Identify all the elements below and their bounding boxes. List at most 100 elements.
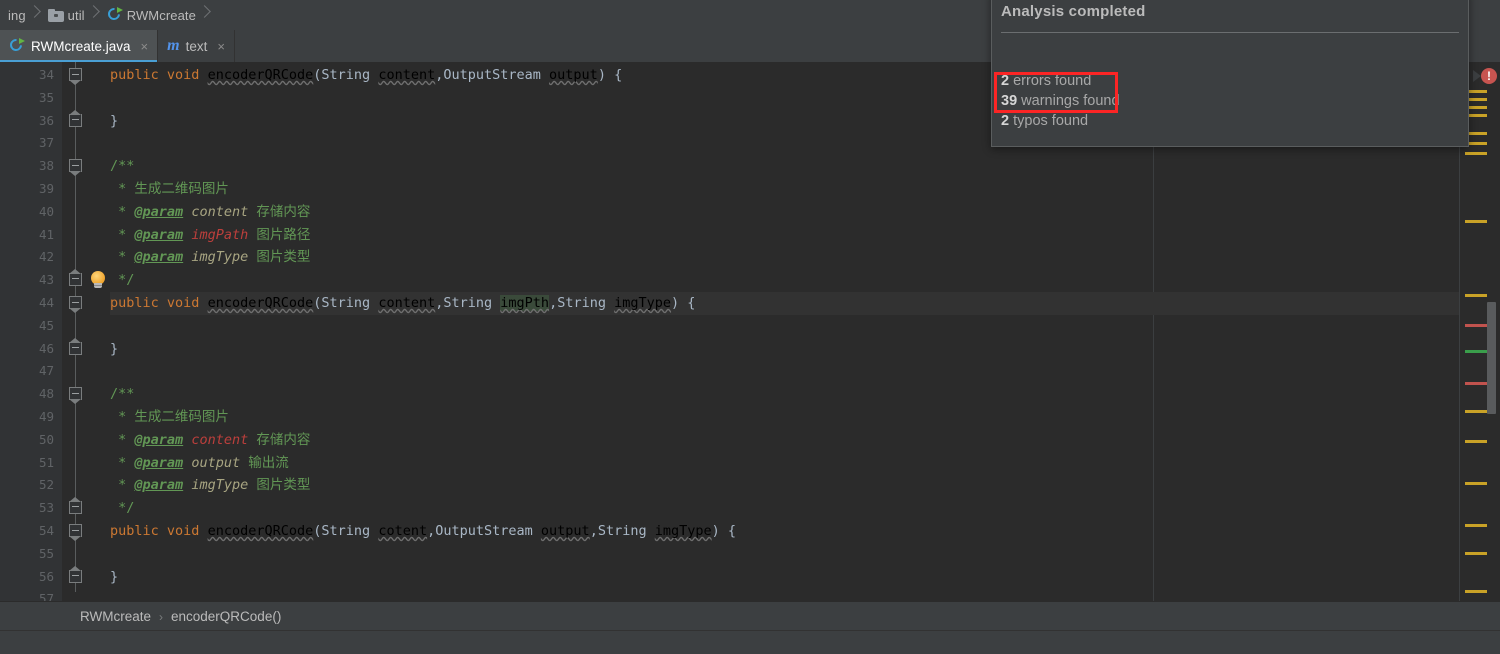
code-fold-end-icon[interactable] xyxy=(69,497,82,515)
typos-count: 2 xyxy=(1001,113,1010,129)
bottom-breadcrumb-class[interactable]: RWMcreate xyxy=(80,609,151,624)
code-line[interactable]: * @param imgType 图片类型 xyxy=(110,474,310,497)
inspection-stripe-marker[interactable] xyxy=(1465,590,1487,593)
inspection-stripe-marker[interactable] xyxy=(1465,220,1487,223)
inspection-stripe-marker[interactable] xyxy=(1465,524,1487,527)
line-number: 47 xyxy=(38,363,54,379)
line-number: 41 xyxy=(38,226,54,242)
typos-found-row[interactable]: 2 typos found xyxy=(1001,111,1120,131)
code-token: imgPath xyxy=(191,226,249,243)
code-fold-start-icon[interactable] xyxy=(69,68,82,85)
code-line[interactable]: */ xyxy=(110,269,134,292)
warnings-found-row[interactable]: 39 warnings found xyxy=(1001,91,1120,111)
errors-found-row[interactable]: 2 errors found xyxy=(1001,71,1120,91)
tab-text[interactable]: m text × xyxy=(158,30,235,62)
code-line[interactable]: * @param imgPath 图片路径 xyxy=(110,224,310,247)
code-fold-end-icon[interactable] xyxy=(69,565,82,583)
inspection-stripe-marker[interactable] xyxy=(1465,324,1487,327)
code-line[interactable]: public void encoderQRCode(String cotent,… xyxy=(110,520,736,543)
analysis-completed-popup[interactable]: Analysis completed 2 errors found 39 war… xyxy=(991,0,1469,147)
code-line[interactable]: * 生成二维码图片 xyxy=(110,178,229,201)
close-icon[interactable]: × xyxy=(217,40,225,53)
code-fold-end-icon[interactable] xyxy=(69,269,82,287)
code-token: @param xyxy=(134,477,184,494)
code-fold-start-icon[interactable] xyxy=(69,387,82,405)
inspection-stripe-marker[interactable] xyxy=(1465,294,1487,297)
inspection-stripe-marker[interactable] xyxy=(1465,152,1487,155)
code-line[interactable]: * @param imgType 图片类型 xyxy=(110,246,310,269)
code-line[interactable]: * 生成二维码图片 xyxy=(110,406,229,429)
breadcrumb-label-class: RWMcreate xyxy=(126,7,196,23)
code-line[interactable]: } xyxy=(110,110,118,133)
code-token: } xyxy=(110,568,119,585)
code-line[interactable]: } xyxy=(110,566,118,589)
line-number: 48 xyxy=(38,386,54,402)
code-line[interactable]: * @param output 输出流 xyxy=(110,452,289,475)
code-token: @param xyxy=(134,226,184,243)
code-line[interactable]: } xyxy=(110,338,118,361)
line-number: 37 xyxy=(38,135,54,151)
code-token: * xyxy=(110,181,135,197)
code-folding-gutter[interactable] xyxy=(62,62,110,617)
line-number: 50 xyxy=(38,431,54,447)
line-number: 34 xyxy=(38,67,54,82)
code-line[interactable]: */ xyxy=(110,497,134,520)
close-icon[interactable]: × xyxy=(141,40,149,53)
code-line[interactable]: /** xyxy=(110,155,134,178)
inspection-stripe-marker[interactable] xyxy=(1465,552,1487,555)
code-fold-end-icon[interactable] xyxy=(69,109,82,127)
intention-bulb-icon[interactable] xyxy=(90,271,106,289)
java-class-icon xyxy=(7,36,25,54)
code-token: * xyxy=(110,477,135,494)
bottom-breadcrumb-method[interactable]: encoderQRCode() xyxy=(171,609,281,624)
breadcrumb-item-package[interactable]: ing xyxy=(0,0,28,30)
code-token: imgType xyxy=(654,523,712,539)
editor-scrollbar-thumb[interactable] xyxy=(1487,302,1496,414)
inspection-stripe-marker[interactable] xyxy=(1465,410,1487,413)
code-token: * xyxy=(110,431,135,448)
breadcrumb-item-util[interactable]: util xyxy=(44,0,87,30)
code-token: * xyxy=(110,454,135,471)
inspection-stripe-marker[interactable] xyxy=(1465,440,1487,443)
inspection-stripe-marker[interactable] xyxy=(1465,350,1487,353)
code-line[interactable]: * @param content 存储内容 xyxy=(110,429,310,452)
folder-icon xyxy=(47,8,64,22)
popup-results-list: 2 errors found 39 warnings found 2 typos… xyxy=(1001,71,1120,131)
line-number: 46 xyxy=(38,340,54,356)
code-token: String xyxy=(321,523,371,539)
code-token: output xyxy=(191,454,241,471)
breadcrumb-separator-icon xyxy=(28,0,44,30)
tab-label: RWMcreate.java xyxy=(31,38,131,54)
line-number: 42 xyxy=(38,249,54,265)
code-token: output xyxy=(549,67,598,83)
code-token: */ xyxy=(110,500,135,517)
code-line[interactable]: /** xyxy=(110,383,134,406)
tab-rwmcreate-java[interactable]: RWMcreate.java × xyxy=(0,30,159,62)
code-line[interactable]: * @param content 存储内容 xyxy=(110,201,310,224)
line-number-gutter[interactable]: 34 35 36 37 38 39 40 41 42 43 44 45 46 47 48 49 50 51 52 53… xyxy=(0,62,63,617)
code-token: 生成二维码图片 xyxy=(134,409,229,425)
inspection-stripe-marker[interactable] xyxy=(1465,482,1487,485)
inspection-stripe-marker[interactable] xyxy=(1465,382,1487,385)
code-fold-start-icon[interactable] xyxy=(69,159,82,177)
code-fold-end-icon[interactable] xyxy=(69,337,82,355)
error-count-badge-icon[interactable]: ! xyxy=(1481,68,1497,84)
code-token: String xyxy=(321,295,371,311)
ide-window: ing util RWMcreate RWMcreate.java × m te… xyxy=(0,0,1500,654)
code-line[interactable]: public void encoderQRCode(String content… xyxy=(110,292,695,315)
breadcrumb-item-class[interactable]: RWMcreate xyxy=(103,0,198,30)
code-token: String xyxy=(597,523,647,539)
breadcrumb-separator-icon xyxy=(198,0,214,30)
code-fold-start-icon[interactable] xyxy=(69,296,82,313)
line-number: 54 xyxy=(38,523,54,538)
code-token: String xyxy=(557,295,606,311)
breadcrumb-separator-icon xyxy=(87,0,103,30)
error-badge-pointer-icon xyxy=(1473,70,1481,82)
code-fold-start-icon[interactable] xyxy=(69,524,82,541)
code-token: encoderQRCode xyxy=(207,67,314,83)
java-class-icon xyxy=(105,5,123,23)
code-line[interactable]: public void encoderQRCode(String content… xyxy=(110,64,622,87)
